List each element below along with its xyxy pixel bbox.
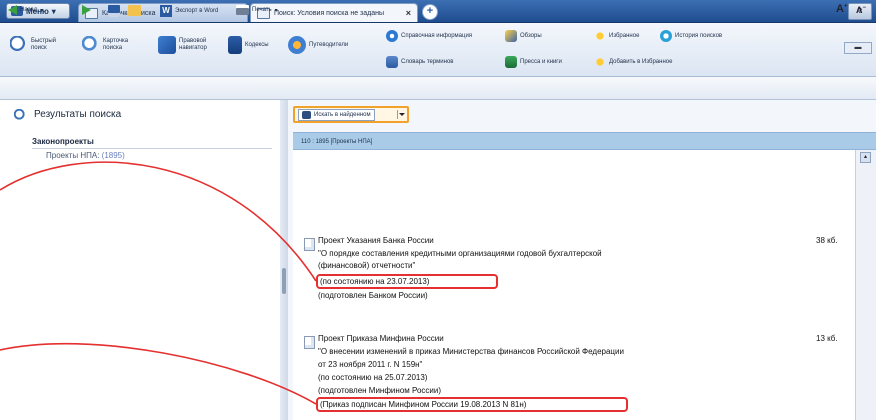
tab-label: Поиск: Условия поиска не заданы [274, 9, 385, 17]
close-tab-icon[interactable]: × [406, 8, 411, 18]
highlight-status-1 [316, 274, 498, 289]
favorites-button[interactable]: Избранное [594, 30, 639, 42]
result-2-prepared-by: (подготовлен Минфином России) [318, 386, 442, 395]
export-word-label: Экспорт в Word [175, 8, 219, 14]
codes-label: Кодексы [245, 41, 269, 48]
reviews-label: Обзоры [520, 32, 542, 39]
printer-icon [236, 5, 249, 15]
splitter-grip-icon[interactable] [282, 268, 286, 294]
vertical-scrollbar[interactable] [855, 150, 876, 420]
quick-search-button[interactable]: Быстрый поиск [10, 36, 70, 54]
result-1-line: (финансовой) отчетности" [318, 261, 416, 270]
search-results-icon [14, 109, 27, 122]
highlight-signed-2 [316, 397, 628, 412]
font-increase-button[interactable]: A+ [836, 3, 847, 15]
add-to-favorites-label: Добавить в Избранное [609, 58, 673, 65]
ribbon-collapse-button[interactable]: ▬ [844, 42, 872, 54]
chevron-down-icon: ▾ [274, 7, 278, 14]
guides-label: Путеводители [309, 41, 349, 48]
legal-navigator-button[interactable]: Правовой навигатор [158, 36, 220, 54]
search-history-button[interactable]: История поисков [660, 30, 722, 42]
search-card-icon [82, 36, 100, 54]
forward-button[interactable] [82, 5, 91, 15]
result-1-line: "О порядке составления кредитными органи… [318, 249, 602, 258]
result-2-size: 13 кб. [816, 334, 838, 343]
books-icon [505, 56, 517, 68]
binoculars-icon [302, 110, 311, 119]
add-to-favorites-button[interactable]: Добавить в Избранное [594, 56, 672, 68]
section-title-bills: Законопроекты [32, 137, 94, 146]
quick-toolbar [0, 77, 876, 100]
save-button[interactable] [108, 5, 120, 17]
chevron-down-icon: ▾ [40, 7, 44, 14]
search-history-label: История поисков [675, 32, 723, 39]
press-books-button[interactable]: Пресса и книги [505, 56, 562, 68]
font-decrease-button[interactable]: A− [856, 5, 866, 15]
terms-dictionary-label: Словарь терминов [401, 58, 454, 65]
info-icon [386, 30, 398, 42]
star-add-icon [594, 56, 606, 68]
dictionary-icon [386, 56, 398, 68]
navigator-icon [158, 36, 176, 54]
search-card-button[interactable]: Карточка поиска [82, 36, 144, 54]
result-1-size: 38 кб. [816, 236, 838, 245]
open-folder-button[interactable] [128, 5, 141, 16]
document-icon [304, 336, 315, 349]
panel-splitter[interactable] [280, 100, 288, 420]
reference-info-label: Справочная информация [401, 32, 473, 39]
favorites-label: Избранное [609, 32, 640, 39]
result-2-title[interactable]: Проект Приказа Минфина России [318, 334, 444, 343]
result-1-prepared-by: (подготовлен Банком России) [318, 291, 428, 300]
pen-icon [505, 30, 517, 42]
search-in-found-button[interactable]: Искать в найденном [293, 106, 409, 123]
codes-button[interactable]: Кодексы [228, 36, 282, 54]
print-label: Печать [252, 7, 272, 13]
signpost-icon [288, 36, 306, 54]
section-item-label: Проекты НПА: [46, 151, 100, 160]
reviews-button[interactable]: Обзоры [505, 30, 542, 42]
results-title: Результаты поиска [34, 109, 122, 120]
scroll-up-icon[interactable]: ▴ [860, 152, 871, 163]
arrow-right-icon [82, 5, 91, 15]
reference-info-button[interactable]: Справочная информация [386, 30, 472, 42]
save-icon [108, 5, 120, 17]
chevron-down-icon: ▾ [51, 6, 56, 16]
back-button[interactable]: Назад ▾ [8, 5, 43, 15]
font-increase-label: A [836, 3, 844, 15]
word-icon: W [160, 5, 172, 17]
search-in-found-label: Искать в найденном [314, 111, 371, 118]
star-icon [594, 30, 606, 42]
section-item-npa-projects[interactable]: Проекты НПА: (1895) [46, 151, 125, 160]
result-2-line: "О внесении изменений в приказ Министерс… [318, 347, 624, 356]
guides-button[interactable]: Путеводители [288, 36, 368, 54]
book-icon [228, 36, 242, 54]
chevron-down-icon[interactable] [397, 110, 405, 119]
document-icon [304, 238, 315, 251]
section-item-count: (1895) [101, 151, 125, 160]
search-card-label: Карточка поиска [103, 38, 129, 51]
print-button[interactable]: Печать ▾ [236, 5, 278, 15]
quick-search-label: Быстрый поиск [31, 38, 56, 51]
arrow-left-icon [8, 5, 17, 15]
result-1-title[interactable]: Проект Указания Банка России [318, 236, 434, 245]
export-word-button[interactable]: W Экспорт в Word [160, 5, 218, 17]
folder-icon [128, 5, 141, 16]
terms-dictionary-button[interactable]: Словарь терминов [386, 56, 454, 68]
new-tab-button[interactable]: + [422, 4, 438, 20]
legal-navigator-label: Правовой навигатор [179, 38, 207, 51]
result-2-status: (по состоянию на 25.07.2013) [318, 373, 428, 382]
press-books-label: Пресса и книги [520, 58, 562, 65]
back-label: Назад [20, 7, 38, 13]
history-icon [660, 30, 672, 42]
magnifier-icon [10, 36, 28, 54]
results-range-bar: 110 : 1895 [Проекты НПА] [293, 132, 876, 150]
search-in-found-inner: Искать в найденном [298, 108, 375, 121]
section-divider [32, 148, 272, 149]
result-2-line: от 23 ноября 2011 г. N 159н" [318, 360, 423, 369]
